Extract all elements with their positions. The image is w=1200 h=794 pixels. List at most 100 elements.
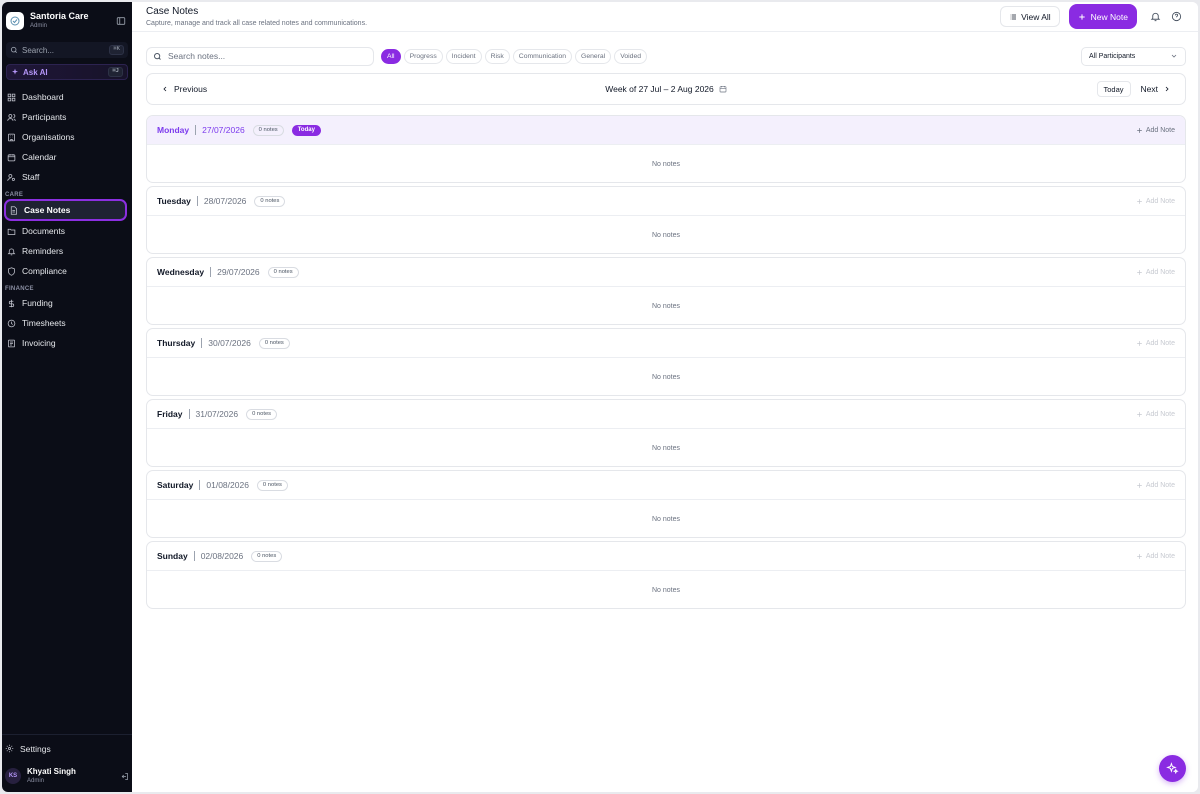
day-date: 31/07/2026 xyxy=(195,409,239,419)
participants-select[interactable]: All Participants xyxy=(1081,46,1186,66)
dashboard-icon xyxy=(7,93,16,101)
help-icon[interactable] xyxy=(1171,11,1182,22)
day-header: Tuesday 28/07/2026 0 notes Add Note xyxy=(147,187,1185,216)
brand[interactable]: Santoria Care Admin xyxy=(2,2,132,32)
brand-text: Santoria Care Admin xyxy=(30,12,116,30)
filter-chip-all[interactable]: All xyxy=(381,48,401,64)
filter-chips: All Progress Incident Risk Communication… xyxy=(381,48,1081,64)
note-count-badge: 0 notes xyxy=(267,266,299,278)
day-card-thursday: Thursday 30/07/2026 0 notes Add Note No … xyxy=(146,328,1186,396)
sidebar-item-label: Invoicing xyxy=(22,338,56,348)
filter-chip-risk[interactable]: Risk xyxy=(484,48,510,64)
today-button[interactable]: Today xyxy=(1096,81,1131,97)
sidebar-item-participants[interactable]: Participants xyxy=(2,107,132,127)
ai-assistant-button[interactable] xyxy=(1159,755,1186,782)
filter-chip-incident[interactable]: Incident xyxy=(445,48,482,64)
day-name: Thursday xyxy=(157,338,196,348)
day-date: 01/08/2026 xyxy=(206,480,249,490)
filter-chip-general[interactable]: General xyxy=(575,48,612,64)
avatar: KS xyxy=(5,768,21,784)
settings-label: Settings xyxy=(20,743,51,754)
empty-state: No notes xyxy=(651,444,681,452)
calendar-icon xyxy=(7,153,16,161)
note-count-badge: 0 notes xyxy=(251,550,283,562)
list-icon xyxy=(1010,14,1017,19)
divider xyxy=(196,196,198,206)
view-all-label: View All xyxy=(1021,11,1051,22)
sidebar-search-label: Search... xyxy=(22,45,55,55)
new-note-button[interactable]: New Note xyxy=(1068,4,1137,29)
page-heading: Case Notes Capture, manage and track all… xyxy=(146,6,1000,27)
add-note-button[interactable]: Add Note xyxy=(1136,553,1175,560)
empty-state: No notes xyxy=(651,231,681,239)
sidebar-item-label: Staff xyxy=(22,172,40,182)
sidebar-item-timesheets[interactable]: Timesheets xyxy=(2,313,132,333)
filter-chip-communication[interactable]: Communication xyxy=(512,48,573,64)
shield-icon xyxy=(8,266,15,276)
add-note-button[interactable]: Add Note xyxy=(1136,198,1175,205)
sidebar-item-staff[interactable]: Staff xyxy=(2,167,132,187)
sidebar: Santoria Care Admin Search... ⌘K Ask AI … xyxy=(2,2,132,792)
day-header: Sunday 02/08/2026 0 notes Add Note xyxy=(147,542,1185,571)
add-note-label: Add Note xyxy=(1145,197,1175,205)
participants-select-value: All Participants xyxy=(1089,52,1136,60)
day-card-wednesday: Wednesday 29/07/2026 0 notes Add Note No… xyxy=(146,257,1186,325)
sidebar-item-calendar[interactable]: Calendar xyxy=(2,147,132,167)
sidebar-item-invoicing[interactable]: Invoicing xyxy=(2,333,132,353)
chevron-down-icon xyxy=(1171,54,1177,58)
sidebar-item-settings[interactable]: Settings xyxy=(2,734,132,762)
filter-chip-voided[interactable]: Voided xyxy=(614,48,648,64)
sidebar-item-reminders[interactable]: Reminders xyxy=(2,241,132,261)
topbar: Case Notes Capture, manage and track all… xyxy=(132,2,1198,32)
today-badge: Today xyxy=(291,124,321,136)
empty-state: No notes xyxy=(651,515,681,523)
search-notes-input[interactable]: Search notes... xyxy=(146,46,374,66)
brand-role: Admin xyxy=(30,23,48,29)
sidebar-item-documents[interactable]: Documents xyxy=(2,221,132,241)
notification-bell-icon[interactable] xyxy=(1150,11,1161,22)
divider xyxy=(188,409,190,419)
sidebar-collapse-icon[interactable] xyxy=(116,16,126,26)
sidebar-item-compliance[interactable]: Compliance xyxy=(2,261,132,281)
week-label-text: Week of 27 Jul – 2 Aug 2026 xyxy=(605,84,714,94)
sidebar-item-dashboard[interactable]: Dashboard xyxy=(2,87,132,107)
previous-label: Previous xyxy=(174,84,208,94)
view-all-button[interactable]: View All xyxy=(1000,6,1060,27)
add-note-button[interactable]: Add Note xyxy=(1136,269,1175,276)
previous-week-button[interactable]: Previous xyxy=(161,84,207,94)
search-placeholder: Search notes... xyxy=(168,51,226,61)
main-content: Case Notes Capture, manage and track all… xyxy=(132,2,1198,792)
sidebar-search[interactable]: Search... ⌘K xyxy=(6,42,128,58)
note-count-badge: 0 notes xyxy=(258,337,290,349)
plus-icon xyxy=(1136,198,1142,204)
sidebar-item-funding[interactable]: Funding xyxy=(2,293,132,313)
add-note-button[interactable]: Add Note xyxy=(1136,411,1175,418)
filter-chip-progress[interactable]: Progress xyxy=(403,48,443,64)
plus-icon xyxy=(1136,269,1142,275)
sidebar-item-organisations[interactable]: Organisations xyxy=(2,127,132,147)
add-note-button[interactable]: Add Note xyxy=(1136,482,1175,489)
section-label-finance: FINANCE xyxy=(5,286,34,292)
day-header: Wednesday 29/07/2026 0 notes Add Note xyxy=(147,258,1185,287)
sparkle-icon xyxy=(12,68,18,75)
add-note-button[interactable]: Add Note xyxy=(1136,127,1175,134)
logout-icon[interactable] xyxy=(120,772,129,781)
day-name: Monday xyxy=(157,125,190,135)
next-label: Next xyxy=(1140,84,1158,94)
user-profile[interactable]: KS Khyati Singh Admin xyxy=(2,762,132,792)
plus-icon xyxy=(1136,411,1142,417)
divider xyxy=(201,338,203,348)
next-week-button[interactable]: Next xyxy=(1141,84,1171,94)
add-note-button[interactable]: Add Note xyxy=(1136,340,1175,347)
sidebar-item-label: Case Notes xyxy=(24,205,71,215)
building-icon xyxy=(8,133,15,141)
ask-ai-shortcut: ⌘J xyxy=(108,67,123,77)
ask-ai-button[interactable]: Ask AI ⌘J xyxy=(6,64,128,80)
day-card-friday: Friday 31/07/2026 0 notes Add Note No no… xyxy=(146,399,1186,467)
sidebar-item-case-notes[interactable]: Case Notes xyxy=(4,199,127,221)
plus-icon xyxy=(1079,13,1085,20)
day-date: 29/07/2026 xyxy=(217,267,260,277)
divider xyxy=(199,480,201,490)
chevron-left-icon xyxy=(163,86,167,92)
calendar-icon[interactable] xyxy=(719,85,727,93)
